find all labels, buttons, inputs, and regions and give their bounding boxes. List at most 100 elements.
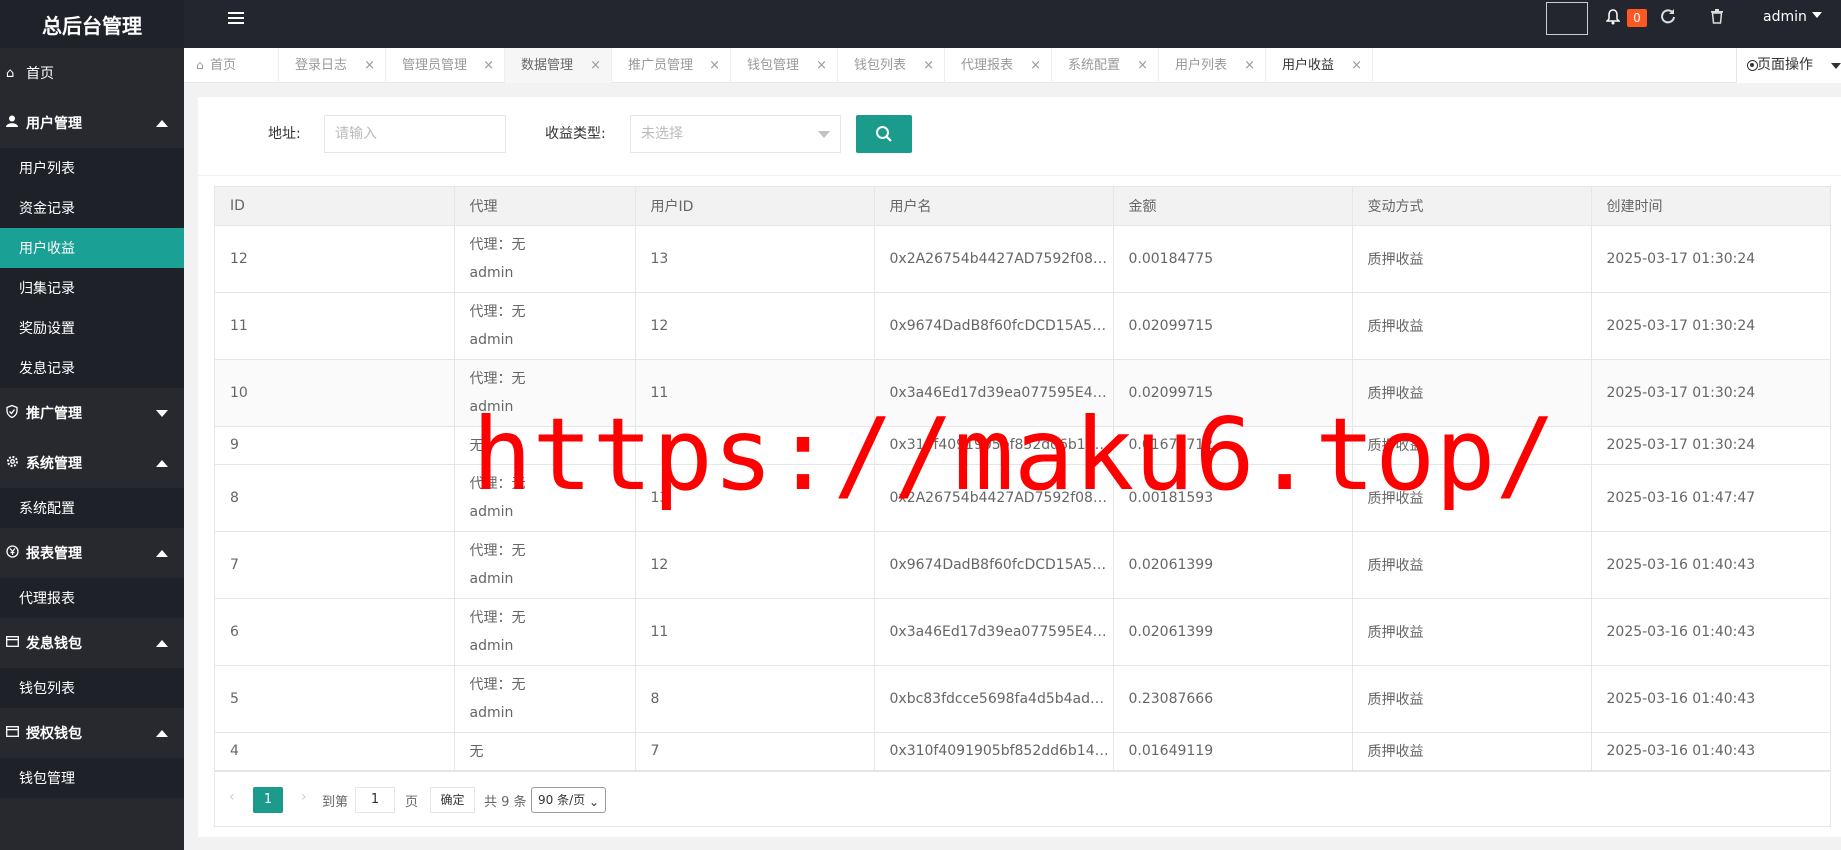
table-row: 12 代理：无 admin 13 0x2A26754b4427AD7592f088… [215,225,1830,293]
cell-user-id: 11 [635,598,875,666]
sidebar-item-interest-records[interactable]: 发息记录 [0,348,184,388]
sidebar-item-agent-report[interactable]: 代理报表 [0,578,184,618]
chevron-right-icon[interactable]: › [301,789,307,805]
wallet-icon [6,635,22,651]
pagination: ‹ 1 › 到第 1 页 确定 共 9 条 90 条/页 ⌄ [214,773,1831,827]
cell-username: 0x9674DadB8f60fcDCD15A52... [874,531,1114,599]
column-header-username[interactable]: 用户名 [874,187,1114,226]
sidebar-item-fund-records[interactable]: 资金记录 [0,188,184,228]
chevron-up-icon [156,640,168,647]
sidebar-item-user-list[interactable]: 用户列表 [0,148,184,188]
sidebar-item-wallet-manage[interactable]: 钱包管理 [0,758,184,798]
chevron-down-icon [1831,63,1841,69]
sidebar-group-interest-wallet[interactable]: 发息钱包 [0,618,184,668]
sidebar-group-auth-wallet[interactable]: 授权钱包 [0,708,184,758]
goto-confirm-button[interactable]: 确定 [430,787,475,813]
cell-id: 12 [215,225,455,293]
cell-created-time: 2025-03-16 01:47:47 [1591,464,1830,532]
close-icon[interactable]: × [709,48,720,83]
sidebar-subnav-system: 系统配置 [0,488,184,528]
search-button[interactable] [856,115,912,153]
cell-username: 0x310f4091905bf852dd6b147... [874,732,1114,771]
cell-id: 5 [215,665,455,733]
agent-line: 代理：无 [469,370,526,387]
page-size-select[interactable]: 90 条/页 ⌄ [531,787,606,813]
cell-id: 8 [215,464,455,532]
chevron-up-icon [156,460,168,467]
agent-line: admin [469,264,514,281]
sidebar-item-reward-settings[interactable]: 奖励设置 [0,308,184,348]
cell-created-time: 2025-03-16 01:40:43 [1591,598,1830,666]
trash-icon[interactable] [1710,8,1724,28]
tab-system-config[interactable]: 系统配置 × [1052,48,1159,83]
column-header-created-time[interactable]: 创建时间 [1591,187,1830,226]
total-count: 共 9 条 [484,795,527,810]
wallet-icon [6,725,22,741]
sidebar-group-label: 授权钱包 [26,726,82,742]
tab-home[interactable]: ⌂ 首页 [184,48,279,83]
sidebar-group-system[interactable]: 系统管理 [0,438,184,488]
column-header-amount[interactable]: 金额 [1113,187,1353,226]
chevron-down-icon [156,410,168,417]
cell-id: 7 [215,531,455,599]
sidebar-item-wallet-list[interactable]: 钱包列表 [0,668,184,708]
close-icon[interactable]: × [1137,48,1148,83]
close-icon[interactable]: × [483,48,494,83]
column-header-agent[interactable]: 代理 [454,187,636,226]
tab-wallet-list[interactable]: 钱包列表 × [838,48,945,83]
agent-line: admin [469,570,514,587]
sidebar-item-user-earnings[interactable]: 用户收益 [0,228,184,268]
sidebar-group-user[interactable]: 用户管理 [0,98,184,148]
close-icon[interactable]: × [923,48,934,83]
tab-data-manage[interactable]: 数据管理 × [505,48,612,83]
close-icon[interactable]: × [1030,48,1041,83]
sidebar-item-system-config[interactable]: 系统配置 [0,488,184,528]
table-row: 4 无 7 0x310f4091905bf852dd6b147... 0.016… [215,732,1830,771]
column-header-id[interactable]: ID [215,187,455,226]
tab-user-earnings[interactable]: 用户收益 × [1266,48,1373,83]
tab-label: 钱包列表 [854,58,907,73]
column-header-change-type[interactable]: 变动方式 [1352,187,1592,226]
tab-admin-manage[interactable]: 管理员管理 × [386,48,505,83]
cell-created-time: 2025-03-16 01:40:43 [1591,531,1830,599]
cell-user-id: 7 [635,732,875,771]
tab-login-log[interactable]: 登录日志 × [279,48,386,83]
user-menu[interactable]: admin [1763,9,1822,25]
chevron-left-icon[interactable]: ‹ [229,789,235,805]
close-icon[interactable]: × [590,48,601,83]
page-current[interactable]: 1 [253,787,283,813]
tab-label: 数据管理 [521,58,574,73]
cell-user-id: 12 [635,292,875,360]
sidebar-group-report[interactable]: 报表管理 [0,528,184,578]
column-header-user-id[interactable]: 用户ID [635,187,875,226]
tab-wallet-manage[interactable]: 钱包管理 × [731,48,838,83]
header-blank-box[interactable] [1546,2,1588,35]
close-icon[interactable]: × [816,48,827,83]
sidebar-group-promotion[interactable]: 推广管理 [0,388,184,438]
agent-line: admin [469,704,514,721]
page-operation-menu[interactable]: 页面操作 [1736,48,1841,83]
cell-agent: 代理：无 admin [454,531,636,599]
table-row: 5 代理：无 admin 8 0xbc83fdcce5698fa4d5b4ad9b… [215,665,1830,733]
close-icon[interactable]: × [364,48,375,83]
search-icon [876,126,892,142]
address-input[interactable]: 请输入 [324,115,506,153]
cell-user-id: 12 [635,531,875,599]
cell-id: 4 [215,732,455,771]
cell-id: 11 [215,292,455,360]
tab-promoter-manage[interactable]: 推广员管理 × [612,48,731,83]
sidebar-item-collect-records[interactable]: 归集记录 [0,268,184,308]
agent-line: admin [469,331,514,348]
sidebar-item-home[interactable]: ⌂ 首页 [0,48,184,98]
tab-user-list[interactable]: 用户列表 × [1159,48,1266,83]
address-label: 地址: [268,126,301,142]
tab-label: 管理员管理 [402,58,468,73]
earning-type-select[interactable]: 未选择 [630,115,841,153]
close-icon[interactable]: × [1351,48,1362,83]
menu-toggle-icon[interactable] [226,10,246,30]
tab-agent-report[interactable]: 代理报表 × [945,48,1052,83]
goto-page-input[interactable]: 1 [355,787,395,813]
bell-icon[interactable] [1605,9,1621,29]
refresh-icon[interactable] [1660,8,1676,28]
close-icon[interactable]: × [1244,48,1255,83]
